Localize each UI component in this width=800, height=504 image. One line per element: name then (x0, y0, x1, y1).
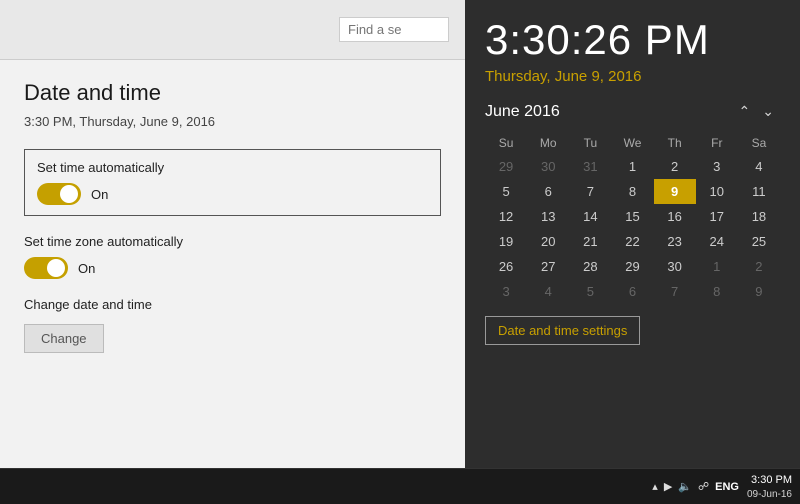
calendar-day[interactable]: 2 (738, 254, 780, 279)
volume-icon: ▶ (664, 480, 672, 493)
calendar-day[interactable]: 20 (527, 229, 569, 254)
calendar-next-button[interactable]: ⌄ (756, 101, 780, 122)
calendar-day[interactable]: 3 (485, 279, 527, 304)
calendar-day[interactable]: 15 (611, 204, 653, 229)
calendar-day[interactable]: 22 (611, 229, 653, 254)
page-title: Date and time (24, 80, 441, 106)
language-indicator: ENG (715, 481, 739, 493)
weekday-sa: Sa (738, 132, 780, 154)
change-datetime-label: Change date and time (24, 297, 441, 312)
weekday-th: Th (654, 132, 696, 154)
calendar-day[interactable]: 28 (569, 254, 611, 279)
calendar-day[interactable]: 14 (569, 204, 611, 229)
calendar-grid: Su Mo Tu We Th Fr Sa 2930311234567891011… (485, 132, 780, 304)
search-input[interactable] (339, 17, 449, 42)
calendar-day[interactable]: 6 (611, 279, 653, 304)
calendar-day[interactable]: 31 (569, 154, 611, 179)
set-time-auto-label: Set time automatically (37, 160, 428, 175)
calendar-day[interactable]: 8 (696, 279, 738, 304)
calendar-day[interactable]: 30 (654, 254, 696, 279)
panel-header (0, 0, 465, 60)
set-timezone-state: On (78, 261, 95, 276)
weekday-fr: Fr (696, 132, 738, 154)
weekday-we: We (611, 132, 653, 154)
calendar-day[interactable]: 19 (485, 229, 527, 254)
calendar-day[interactable]: 25 (738, 229, 780, 254)
current-datetime: 3:30 PM, Thursday, June 9, 2016 (24, 114, 441, 129)
taskbar-icons: ▴ ▶ 🔈 ☍ ENG (652, 480, 739, 493)
network-icon: ▴ (652, 480, 658, 493)
calendar-day[interactable]: 18 (738, 204, 780, 229)
calendar-day[interactable]: 17 (696, 204, 738, 229)
calendar-header: June 2016 ⌃ ⌄ (485, 101, 780, 122)
calendar-day[interactable]: 9 (654, 179, 696, 204)
calendar-day[interactable]: 1 (696, 254, 738, 279)
calendar-week-row: 262728293012 (485, 254, 780, 279)
calendar-day[interactable]: 11 (738, 179, 780, 204)
set-timezone-auto-group: Set time zone automatically On (24, 234, 441, 279)
change-button[interactable]: Change (24, 324, 104, 353)
calendar-day[interactable]: 29 (485, 154, 527, 179)
clock-display: 3:30:26 PM (485, 16, 780, 64)
calendar-day[interactable]: 5 (485, 179, 527, 204)
set-time-auto-toggle-row: On (37, 183, 428, 205)
calendar-day[interactable]: 4 (527, 279, 569, 304)
calendar-week-row: 19202122232425 (485, 229, 780, 254)
calendar-month-year: June 2016 (485, 103, 733, 121)
taskbar-time: 3:30 PM (747, 473, 792, 488)
calendar-day[interactable]: 24 (696, 229, 738, 254)
calendar-day[interactable]: 7 (654, 279, 696, 304)
weekday-mo: Mo (527, 132, 569, 154)
calendar-day[interactable]: 30 (527, 154, 569, 179)
weekday-su: Su (485, 132, 527, 154)
set-time-auto-toggle[interactable] (37, 183, 81, 205)
left-panel: Date and time 3:30 PM, Thursday, June 9,… (0, 0, 465, 468)
calendar-day[interactable]: 3 (696, 154, 738, 179)
set-timezone-toggle[interactable] (24, 257, 68, 279)
right-panel: 3:30:26 PM Thursday, June 9, 2016 June 2… (465, 0, 800, 468)
calendar-day[interactable]: 5 (569, 279, 611, 304)
calendar-weekday-header-row: Su Mo Tu We Th Fr Sa (485, 132, 780, 154)
taskbar: ▴ ▶ 🔈 ☍ ENG 3:30 PM 09-Jun-16 (0, 468, 800, 504)
calendar-week-row: 12131415161718 (485, 204, 780, 229)
taskbar-date: 09-Jun-16 (747, 489, 792, 500)
calendar-day[interactable]: 6 (527, 179, 569, 204)
calendar-day[interactable]: 16 (654, 204, 696, 229)
set-time-auto-group: Set time automatically On (24, 149, 441, 216)
change-datetime-group: Change date and time Change (24, 297, 441, 353)
calendar-prev-button[interactable]: ⌃ (733, 101, 757, 122)
date-display: Thursday, June 9, 2016 (485, 68, 780, 85)
taskbar-clock: 3:30 PM 09-Jun-16 (747, 473, 792, 499)
set-time-auto-state: On (91, 187, 108, 202)
calendar-day[interactable]: 21 (569, 229, 611, 254)
calendar-week-row: 2930311234 (485, 154, 780, 179)
speaker-icon: 🔈 (678, 480, 692, 493)
set-timezone-toggle-row: On (24, 257, 441, 279)
calendar-day[interactable]: 27 (527, 254, 569, 279)
calendar-day[interactable]: 12 (485, 204, 527, 229)
calendar-day[interactable]: 2 (654, 154, 696, 179)
calendar-day[interactable]: 13 (527, 204, 569, 229)
calendar-day[interactable]: 8 (611, 179, 653, 204)
calendar-day[interactable]: 7 (569, 179, 611, 204)
calendar-day[interactable]: 4 (738, 154, 780, 179)
calendar-day[interactable]: 26 (485, 254, 527, 279)
calendar-day[interactable]: 1 (611, 154, 653, 179)
calendar-day[interactable]: 29 (611, 254, 653, 279)
message-icon: ☍ (698, 480, 709, 493)
set-timezone-auto-label: Set time zone automatically (24, 234, 441, 249)
weekday-tu: Tu (569, 132, 611, 154)
calendar-day[interactable]: 23 (654, 229, 696, 254)
date-time-settings-link[interactable]: Date and time settings (485, 316, 640, 345)
calendar-day[interactable]: 10 (696, 179, 738, 204)
calendar-week-row: 567891011 (485, 179, 780, 204)
panel-content: Date and time 3:30 PM, Thursday, June 9,… (0, 60, 465, 468)
calendar-day[interactable]: 9 (738, 279, 780, 304)
calendar: June 2016 ⌃ ⌄ Su Mo Tu We Th Fr Sa (485, 101, 780, 345)
calendar-week-row: 3456789 (485, 279, 780, 304)
